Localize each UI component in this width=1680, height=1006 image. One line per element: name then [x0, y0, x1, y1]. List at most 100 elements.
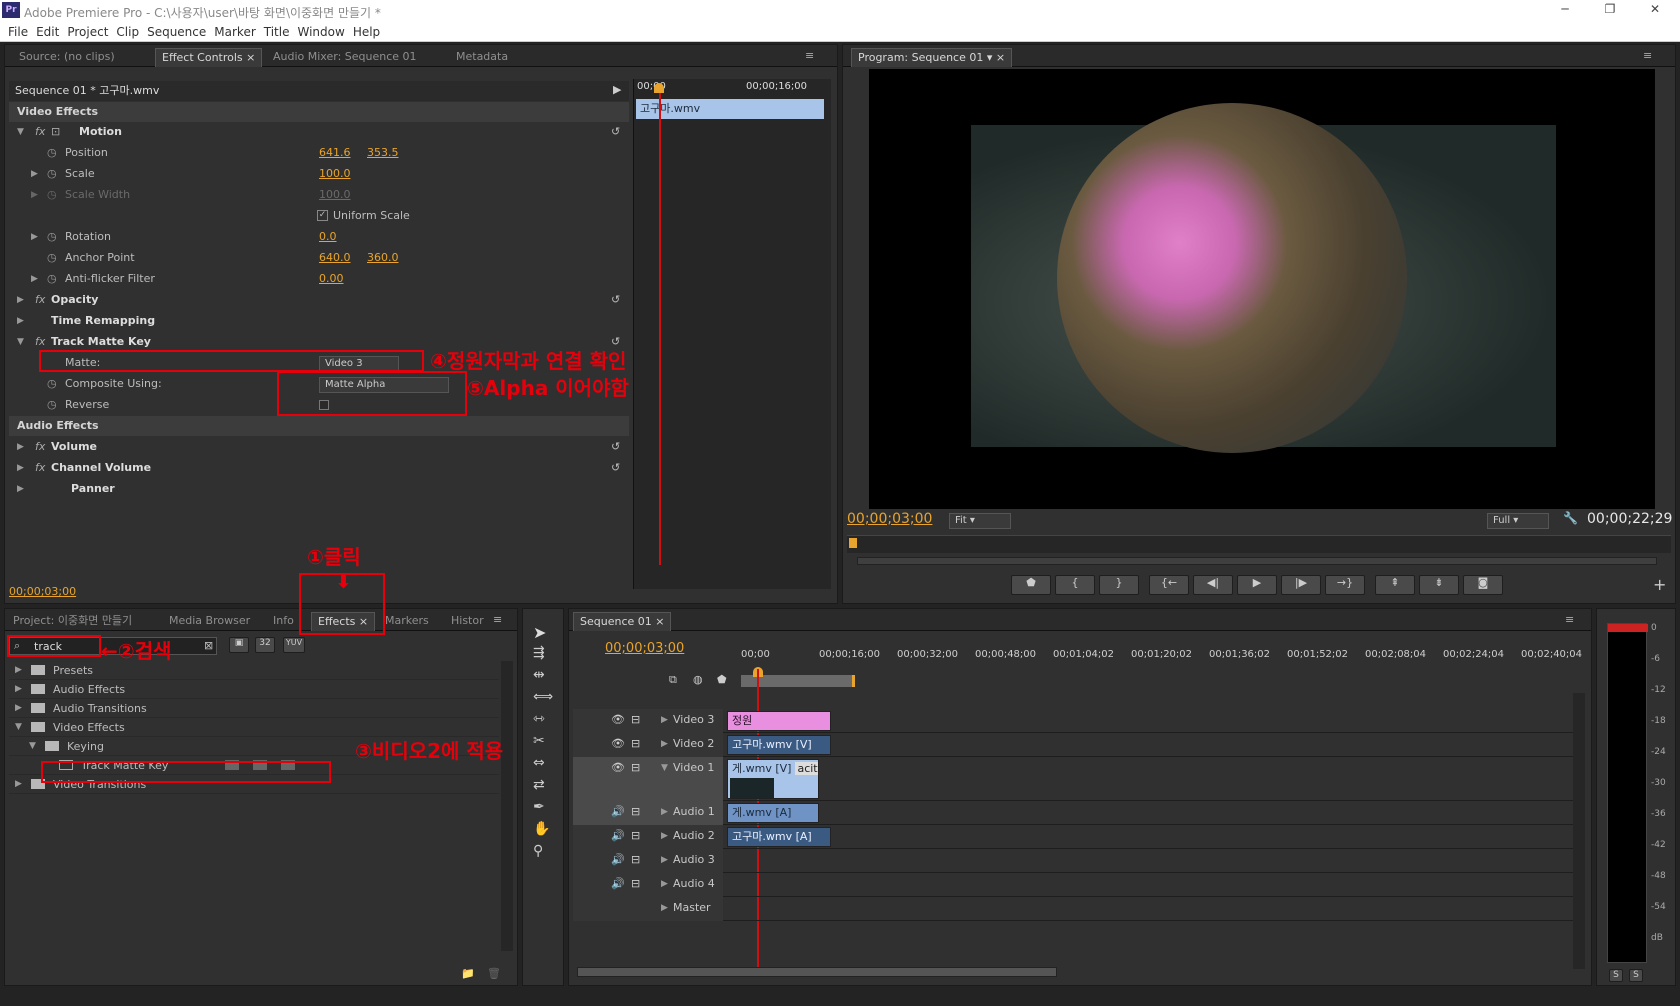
- time-remapping-row[interactable]: ▶ Time Remapping: [9, 311, 629, 331]
- expand-icon[interactable]: ▶: [17, 479, 24, 499]
- channel-volume-row[interactable]: ▶ fx Channel Volume ↺: [9, 458, 629, 478]
- fx-icon[interactable]: fx: [35, 437, 45, 457]
- sync-lock-icon[interactable]: ⊟: [631, 761, 640, 774]
- menu-title[interactable]: Title: [264, 22, 290, 42]
- stopwatch-icon[interactable]: ◷: [47, 269, 57, 289]
- effects-scrollbar[interactable]: [501, 661, 513, 951]
- close-icon[interactable]: ×: [246, 51, 255, 64]
- tab-effect-controls[interactable]: Effect Controls ×: [155, 48, 263, 67]
- menu-project[interactable]: Project: [67, 22, 108, 42]
- program-zoom-bar[interactable]: [857, 557, 1657, 565]
- close-icon[interactable]: ×: [996, 51, 1005, 64]
- stopwatch-icon[interactable]: ◷: [47, 248, 57, 268]
- hand-icon[interactable]: ✋: [533, 821, 550, 837]
- play-button[interactable]: ▶: [1237, 575, 1277, 595]
- rate-stretch-icon[interactable]: ⇿: [533, 711, 545, 727]
- toggle-audio-icon[interactable]: 🔊: [611, 829, 625, 842]
- expand-icon[interactable]: ▶: [661, 739, 668, 749]
- play-icon[interactable]: ▶: [613, 83, 621, 96]
- expand-icon[interactable]: ▼: [29, 737, 36, 756]
- tab-metadata[interactable]: Metadata: [450, 48, 514, 67]
- timeline-clip[interactable]: 게.wmv [A]: [727, 803, 819, 823]
- tab-program[interactable]: Program: Sequence 01 ▾ ×: [851, 48, 1013, 67]
- stopwatch-icon[interactable]: ◷: [47, 227, 57, 247]
- track-header[interactable]: 🔊 ⊟ ▶ Audio 4: [573, 873, 723, 897]
- fx-icon[interactable]: fx: [35, 458, 45, 478]
- sync-lock-icon[interactable]: ⊟: [631, 713, 640, 726]
- toggle-output-icon[interactable]: 👁: [611, 713, 625, 726]
- timeline-clip[interactable]: 게.wmv [V]acity: [727, 759, 819, 799]
- expand-icon[interactable]: ▶: [15, 775, 22, 794]
- tab-project[interactable]: Project: 이중화면 만들기: [7, 612, 138, 631]
- razor-icon[interactable]: ✂: [533, 733, 545, 749]
- reset-icon[interactable]: ↺: [611, 122, 620, 142]
- fit-dropdown[interactable]: Fit ▾: [949, 513, 1011, 529]
- program-timecode[interactable]: 00;00;03;00: [847, 511, 932, 527]
- track-header[interactable]: 👁 ⊟ ▶ Video 3: [573, 709, 723, 733]
- menu-help[interactable]: Help: [353, 22, 380, 42]
- tab-source[interactable]: Source: (no clips): [13, 48, 121, 67]
- wrench-icon[interactable]: 🔧: [1563, 511, 1578, 525]
- expand-icon[interactable]: ▼: [661, 763, 668, 773]
- menu-marker[interactable]: Marker: [214, 22, 255, 42]
- toggle-audio-icon[interactable]: 🔊: [611, 877, 625, 890]
- toggle-output-icon[interactable]: 👁: [611, 737, 625, 750]
- expand-icon[interactable]: ▼: [17, 122, 24, 142]
- export-frame-button[interactable]: ◙: [1463, 575, 1503, 595]
- expand-icon[interactable]: ▶: [17, 458, 24, 478]
- sync-lock-icon[interactable]: ⊟: [631, 737, 640, 750]
- timeline-clip[interactable]: 고구마.wmv [A]: [727, 827, 831, 847]
- toggle-output-icon[interactable]: 👁: [611, 761, 625, 774]
- clear-search-icon[interactable]: ⊠: [204, 639, 213, 652]
- scale-value[interactable]: 100.0: [319, 164, 351, 184]
- snap-icon[interactable]: ⧉: [669, 673, 677, 687]
- quality-dropdown[interactable]: Full ▾: [1487, 513, 1549, 529]
- restore-icon[interactable]: ❐: [1595, 2, 1625, 18]
- effects-tree-item[interactable]: ▶ Audio Effects: [9, 680, 499, 699]
- add-button-icon[interactable]: +: [1653, 575, 1666, 594]
- new-bin-icon[interactable]: 📁: [461, 967, 475, 980]
- program-time-ruler[interactable]: [847, 535, 1671, 553]
- timeline-scrollbar[interactable]: [577, 967, 1057, 977]
- position-x[interactable]: 641.6: [319, 143, 351, 163]
- reset-icon[interactable]: ↺: [611, 458, 620, 478]
- goto-in-button[interactable]: {←: [1149, 575, 1189, 595]
- effect-timecode[interactable]: 00;00;03;00: [9, 585, 76, 598]
- delete-icon[interactable]: 🗑: [487, 967, 501, 980]
- expand-icon[interactable]: ▶: [661, 855, 668, 865]
- video-viewer[interactable]: [869, 69, 1655, 509]
- timeline-clip[interactable]: 정원: [727, 711, 831, 731]
- fx-icon[interactable]: fx: [35, 332, 45, 352]
- menu-window[interactable]: Window: [297, 22, 344, 42]
- opacity-dropdown[interactable]: acity: [795, 762, 818, 775]
- track-header[interactable]: 🔊 ⊟ ▶ Audio 2: [573, 825, 723, 849]
- toggle-audio-icon[interactable]: 🔊: [611, 805, 625, 818]
- reset-icon[interactable]: ↺: [611, 437, 620, 457]
- close-icon[interactable]: ×: [655, 615, 664, 628]
- effects-tree-item[interactable]: ▶ Presets: [9, 661, 499, 680]
- expand-icon[interactable]: ▶: [17, 437, 24, 457]
- panel-menu-icon[interactable]: ≡: [493, 613, 502, 626]
- marker-icon[interactable]: ⬟: [717, 673, 727, 686]
- fx-icon[interactable]: fx: [35, 122, 45, 142]
- expand-icon[interactable]: ▶: [661, 903, 668, 913]
- yuv-effects-icon[interactable]: YUV: [283, 637, 305, 653]
- playhead-icon[interactable]: [849, 538, 857, 548]
- volume-row[interactable]: ▶ fx Volume ↺: [9, 437, 629, 457]
- timeline-clip[interactable]: 고구마.wmv [V]: [727, 735, 831, 755]
- 32bit-effects-icon[interactable]: 32: [255, 637, 275, 653]
- expand-icon[interactable]: ▶: [661, 879, 668, 889]
- panel-menu-icon[interactable]: ≡: [805, 49, 814, 62]
- expand-icon[interactable]: ▶: [15, 699, 22, 718]
- menu-file[interactable]: File: [8, 22, 28, 42]
- effect-clip-bar[interactable]: 고구마.wmv: [636, 99, 824, 119]
- timeline-timecode[interactable]: 00;00;03;00: [605, 641, 684, 656]
- sync-lock-icon[interactable]: ⊟: [631, 853, 640, 866]
- track-select-icon[interactable]: ⇶: [533, 645, 545, 661]
- fx-icon[interactable]: fx: [35, 290, 45, 310]
- mark-out-button[interactable]: }: [1099, 575, 1139, 595]
- track-header[interactable]: ▶ Master: [573, 897, 723, 921]
- accelerated-effects-icon[interactable]: ▣: [229, 637, 249, 653]
- close-icon[interactable]: ✕: [1640, 2, 1670, 18]
- tab-media-browser[interactable]: Media Browser: [163, 612, 256, 631]
